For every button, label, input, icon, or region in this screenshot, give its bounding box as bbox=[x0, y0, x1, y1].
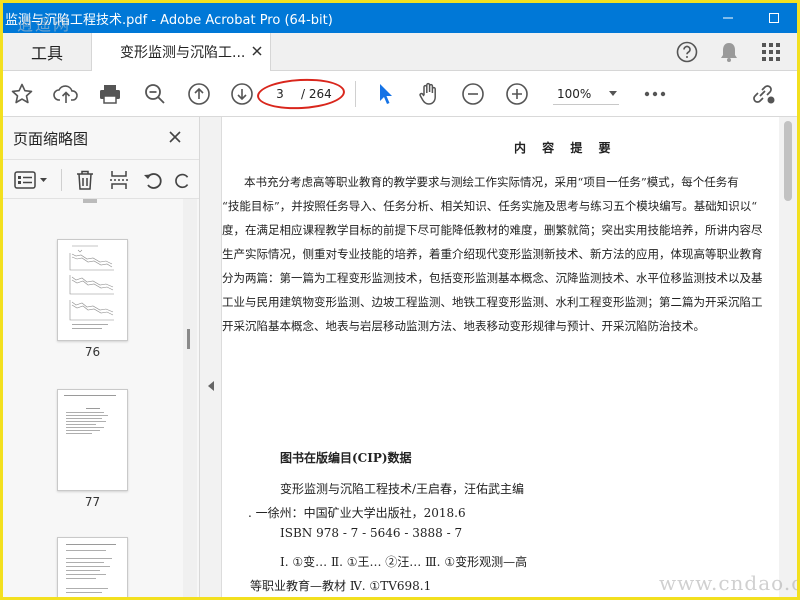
notifications-button[interactable] bbox=[713, 37, 745, 67]
acrobat-window: 监测与沉陷工程技术.pdf - Adobe Acrobat Pro (64-bi… bbox=[0, 0, 800, 600]
close-icon[interactable] bbox=[167, 129, 183, 145]
scrollbar-thumb[interactable] bbox=[187, 329, 190, 349]
summary-line: 工业与民用建筑物变形监测、边坡工程监测、地铁工程变形监测、水利工程变形监测；第二… bbox=[222, 295, 763, 309]
bookmark-button[interactable] bbox=[7, 79, 37, 109]
tab-bar-actions bbox=[671, 37, 787, 67]
more-tools-button[interactable] bbox=[640, 79, 670, 109]
arrow-up-circle-icon bbox=[188, 83, 210, 105]
minus-circle-icon bbox=[462, 83, 484, 105]
thumbnail-page-number: 77 bbox=[84, 495, 101, 509]
maximize-icon bbox=[769, 13, 779, 23]
summary-line: 开采沉陷基本概念、地表与岩层移动监测方法、地表移动变形规律与预计、开采沉陷防治技… bbox=[222, 319, 705, 333]
insert-pages-icon bbox=[110, 171, 128, 189]
thumbnail-page-76[interactable] bbox=[57, 239, 128, 341]
toolbar-divider bbox=[355, 81, 356, 107]
cursor-arrow-icon bbox=[380, 84, 392, 104]
tab-bar: 工具 变形监测与沉陷工... bbox=[3, 33, 797, 71]
rotate-clockwise-icon bbox=[175, 173, 189, 189]
close-icon[interactable] bbox=[250, 44, 264, 58]
summary-line: 度，在满足相应课程教学目标的前提下尽可能降低教材的难度，删繁就简；突出实用技能培… bbox=[222, 223, 763, 237]
page-thumbnail-image bbox=[66, 544, 116, 593]
window-title: 监测与沉陷工程技术.pdf - Adobe Acrobat Pro (64-bi… bbox=[5, 13, 333, 28]
zoom-out-button[interactable] bbox=[458, 79, 488, 109]
cip-title: 图书在版编目(CIP)数据 bbox=[280, 451, 412, 465]
minimize-icon bbox=[723, 17, 733, 19]
cip-line: 等职业教育—教材 Ⅳ. ①TV698.1 bbox=[250, 579, 432, 593]
page-navigator: / 264 bbox=[265, 83, 337, 105]
zoom-in-button[interactable] bbox=[502, 79, 532, 109]
cip-line: ISBN 978 - 7 - 5646 - 3888 - 7 bbox=[280, 526, 463, 540]
more-dots-icon bbox=[644, 91, 666, 97]
chevron-down-icon bbox=[609, 91, 617, 96]
apps-grid-icon bbox=[762, 43, 780, 61]
pane-collapse-handle[interactable] bbox=[200, 117, 222, 597]
thumbnail-pane: 页面缩略图 76 77 bbox=[3, 117, 200, 597]
tab-document-label: 变形监测与沉陷工... bbox=[120, 45, 246, 61]
summary-line: 生产实际情况，侧重对专业技能的培养，着重介绍现代变形监测新技术、新方法的应用，体… bbox=[222, 247, 763, 261]
bell-icon bbox=[721, 43, 737, 62]
page-thumbnail-image bbox=[64, 395, 116, 434]
watermark-bottom-right: www.cndao.com bbox=[659, 571, 797, 595]
page-total: / 264 bbox=[301, 87, 332, 101]
document-heading: 内 容 提 要 bbox=[514, 141, 617, 155]
cip-line: . 一徐州：中国矿业大学出版社，2018.6 bbox=[248, 506, 466, 520]
window-controls bbox=[705, 3, 797, 33]
options-list-icon bbox=[14, 171, 47, 189]
next-page-button[interactable] bbox=[227, 79, 257, 109]
zoom-level-value: 100% bbox=[557, 86, 592, 101]
hand-tool-button[interactable] bbox=[414, 79, 444, 109]
minimize-button[interactable] bbox=[705, 3, 751, 33]
thumbnail-page-77[interactable] bbox=[57, 389, 128, 491]
scrollbar-thumb[interactable] bbox=[784, 121, 792, 201]
printer-icon bbox=[100, 85, 120, 104]
toolbar-divider bbox=[61, 169, 62, 191]
hand-icon bbox=[419, 82, 436, 105]
thumbnail-page-78[interactable] bbox=[57, 537, 128, 597]
maximize-button[interactable] bbox=[751, 3, 797, 33]
summary-line: 分为两篇：第一篇为工程变形监测技术，包括变形监测基本概念、沉降监测技术、水平位移… bbox=[222, 271, 763, 285]
apps-button[interactable] bbox=[755, 37, 787, 67]
trash-icon bbox=[77, 170, 93, 190]
thumbnail-options-button[interactable] bbox=[13, 168, 49, 192]
magnifier-minus-icon bbox=[145, 84, 165, 104]
page-number-input[interactable] bbox=[265, 83, 295, 105]
main-toolbar: / 264 100% bbox=[3, 71, 797, 117]
cip-line: 变形监测与沉陷工程技术/王启春，汪佑武主编 bbox=[280, 482, 525, 496]
zoom-out-magnifier-button[interactable] bbox=[140, 79, 170, 109]
rotate-counterclockwise-icon bbox=[144, 173, 162, 189]
document-view[interactable]: 内 容 提 要 本书充分考虑高等职业教育的教学要求与测绘工作实际情况，采用“项目… bbox=[222, 117, 797, 597]
thumbnail-list: 76 77 bbox=[3, 199, 183, 597]
link-share-icon bbox=[753, 85, 775, 104]
summary-line: “技能目标”，并按照任务导入、任务分析、相关知识、任务实施及思考与练习五个模块编… bbox=[222, 199, 758, 213]
help-icon bbox=[676, 41, 698, 63]
plus-circle-icon bbox=[506, 83, 528, 105]
summary-line: 本书充分考虑高等职业教育的教学要求与测绘工作实际情况，采用“项目一任务”模式，每… bbox=[244, 175, 739, 189]
star-icon bbox=[11, 83, 33, 104]
previous-thumbnail-edge bbox=[83, 199, 97, 203]
pane-title: 页面缩略图 bbox=[13, 130, 89, 148]
zoom-level-dropdown[interactable]: 100% bbox=[553, 83, 619, 105]
chevron-left-icon bbox=[208, 381, 214, 391]
page-thumbnail-image bbox=[69, 245, 114, 329]
document-scrollbar[interactable] bbox=[779, 117, 797, 597]
thumbnail-toolbar bbox=[3, 159, 199, 199]
rotate-ccw-button[interactable] bbox=[141, 168, 165, 192]
thumbnail-scrollbar[interactable] bbox=[183, 199, 197, 597]
delete-page-button[interactable] bbox=[73, 168, 97, 192]
rotate-cw-button[interactable] bbox=[173, 168, 193, 192]
title-bar: 监测与沉陷工程技术.pdf - Adobe Acrobat Pro (64-bi… bbox=[3, 3, 797, 34]
tab-tools[interactable]: 工具 bbox=[3, 33, 91, 71]
cip-line: Ⅰ. ①变… Ⅱ. ①王… ②汪… Ⅲ. ①变形观测—高 bbox=[280, 555, 528, 569]
previous-page-button[interactable] bbox=[184, 79, 214, 109]
insert-page-button[interactable] bbox=[107, 168, 131, 192]
share-link-button[interactable] bbox=[748, 79, 778, 109]
thumbnail-page-number: 76 bbox=[84, 345, 101, 359]
help-button[interactable] bbox=[671, 37, 703, 67]
select-tool-button[interactable] bbox=[370, 79, 400, 109]
upload-cloud-button[interactable] bbox=[51, 79, 81, 109]
tab-document[interactable]: 变形监测与沉陷工... bbox=[91, 33, 271, 71]
arrow-down-circle-icon bbox=[231, 83, 253, 105]
print-button[interactable] bbox=[95, 79, 125, 109]
cloud-upload-icon bbox=[53, 85, 78, 103]
